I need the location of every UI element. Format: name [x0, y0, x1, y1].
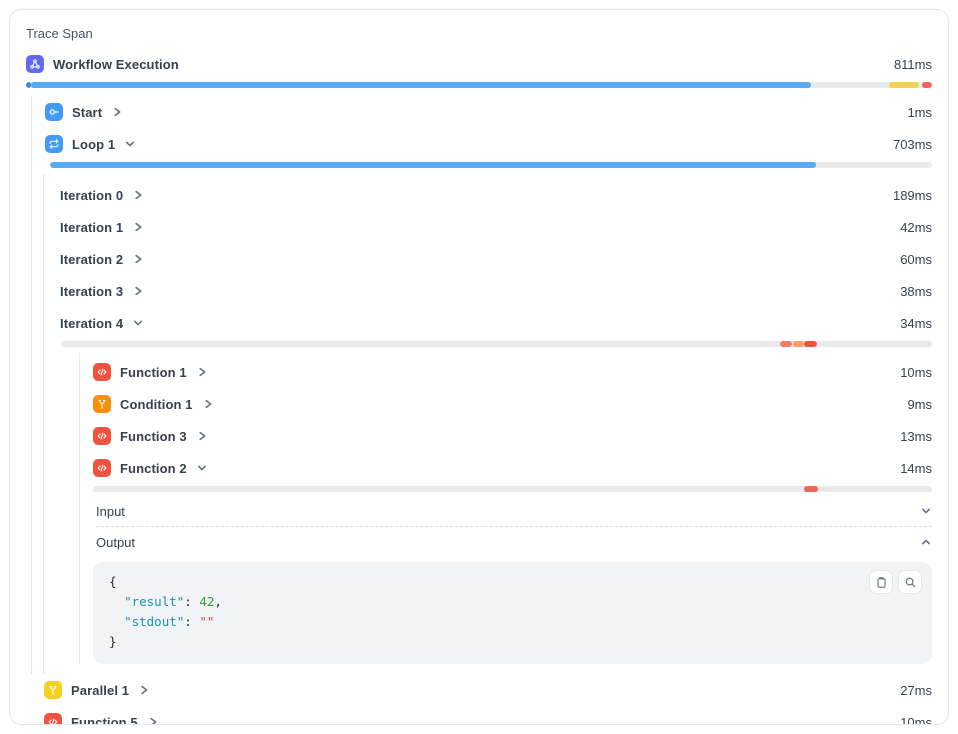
chevron-down-icon[interactable]: [196, 462, 208, 474]
iteration-4-label: Iteration 4: [60, 316, 123, 331]
loop-label: Loop 1: [72, 137, 115, 152]
loop-node-icon: [45, 135, 63, 153]
iteration-2-label: Iteration 2: [60, 252, 123, 267]
function-5-duration: 10ms: [900, 715, 932, 726]
function-1-label: Function 1: [120, 365, 187, 380]
row-workflow-execution[interactable]: Workflow Execution 811ms: [26, 50, 932, 78]
chevron-down-icon[interactable]: [132, 317, 144, 329]
output-json-viewer: { "result": 42, "stdout": "" }: [93, 562, 932, 664]
function-2-label: Function 2: [120, 461, 187, 476]
start-duration: 1ms: [907, 105, 932, 120]
row-function-5[interactable]: Function 5 10ms: [26, 706, 932, 725]
copy-button[interactable]: [869, 570, 893, 594]
iteration-4-timeline-bar: [61, 341, 932, 347]
parallel-1-label: Parallel 1: [71, 683, 129, 698]
start-node-icon: [45, 103, 63, 121]
loop-duration: 703ms: [893, 137, 932, 152]
workflow-icon: [26, 55, 44, 73]
code-line: "result": 42,: [109, 592, 916, 612]
chevron-up-icon[interactable]: [920, 536, 932, 548]
row-loop-1[interactable]: Loop 1 703ms: [43, 128, 932, 160]
row-iteration-4[interactable]: Iteration 4 34ms: [60, 307, 932, 339]
function-3-duration: 13ms: [900, 429, 932, 444]
condition-1-duration: 9ms: [907, 397, 932, 412]
loop-children-group: Iteration 0 189ms Iteration 1 42ms: [43, 174, 932, 674]
start-label: Start: [72, 105, 102, 120]
iteration-0-label: Iteration 0: [60, 188, 123, 203]
iteration-4-duration: 34ms: [900, 316, 932, 331]
workflow-children-group: Start 1ms Loop 1 70: [31, 96, 932, 674]
chevron-right-icon[interactable]: [132, 253, 144, 265]
iteration-1-label: Iteration 1: [60, 220, 123, 235]
chevron-right-icon[interactable]: [196, 366, 208, 378]
iteration-1-duration: 42ms: [900, 220, 932, 235]
function-2-timeline-bar: [93, 486, 932, 492]
panel-title: Trace Span: [26, 24, 932, 44]
output-section-header[interactable]: Output: [93, 527, 932, 557]
code-line: "stdout": "": [109, 612, 916, 632]
iteration-4-children-group: Function 1 10ms: [79, 353, 932, 664]
iteration-3-duration: 38ms: [900, 284, 932, 299]
search-icon: [904, 576, 917, 589]
search-button[interactable]: [898, 570, 922, 594]
row-parallel-1[interactable]: Parallel 1 27ms: [26, 674, 932, 706]
function-5-label: Function 5: [71, 715, 138, 726]
function-2-duration: 14ms: [900, 461, 932, 476]
function-node-icon: [93, 427, 111, 445]
chevron-right-icon[interactable]: [196, 430, 208, 442]
workflow-label: Workflow Execution: [53, 57, 179, 72]
chevron-right-icon[interactable]: [147, 716, 159, 725]
row-iteration-1[interactable]: Iteration 1 42ms: [60, 211, 932, 243]
parallel-node-icon: [44, 681, 62, 699]
row-iteration-3[interactable]: Iteration 3 38ms: [60, 275, 932, 307]
clipboard-icon: [875, 576, 888, 589]
row-function-1[interactable]: Function 1 10ms: [93, 356, 932, 388]
workflow-timeline-bar: [26, 82, 932, 88]
function-3-label: Function 3: [120, 429, 187, 444]
input-section-header[interactable]: Input: [93, 496, 932, 526]
function-node-icon: [93, 363, 111, 381]
row-start[interactable]: Start 1ms: [43, 96, 932, 128]
loop-timeline-bar: [50, 162, 932, 168]
condition-node-icon: [93, 395, 111, 413]
row-iteration-0[interactable]: Iteration 0 189ms: [60, 179, 932, 211]
chevron-down-icon[interactable]: [920, 505, 932, 517]
chevron-right-icon[interactable]: [132, 221, 144, 233]
row-function-3[interactable]: Function 3 13ms: [93, 420, 932, 452]
chevron-down-icon[interactable]: [124, 138, 136, 150]
workflow-duration: 811ms: [894, 57, 932, 72]
function-node-icon: [44, 713, 62, 725]
iteration-0-duration: 189ms: [893, 188, 932, 203]
chevron-right-icon[interactable]: [138, 684, 150, 696]
code-line: {: [109, 572, 916, 592]
function-node-icon: [93, 459, 111, 477]
output-label: Output: [96, 535, 135, 550]
chevron-right-icon[interactable]: [202, 398, 214, 410]
code-line: }: [109, 632, 916, 652]
iteration-3-label: Iteration 3: [60, 284, 123, 299]
condition-1-label: Condition 1: [120, 397, 193, 412]
function-1-duration: 10ms: [900, 365, 932, 380]
row-condition-1[interactable]: Condition 1 9ms: [93, 388, 932, 420]
chevron-right-icon[interactable]: [132, 285, 144, 297]
input-label: Input: [96, 504, 125, 519]
row-iteration-2[interactable]: Iteration 2 60ms: [60, 243, 932, 275]
chevron-right-icon[interactable]: [132, 189, 144, 201]
trace-span-panel: Trace Span Workflow Execution 811ms: [9, 9, 949, 725]
row-function-2[interactable]: Function 2 14ms: [93, 452, 932, 484]
iteration-2-duration: 60ms: [900, 252, 932, 267]
parallel-1-duration: 27ms: [900, 683, 932, 698]
chevron-right-icon[interactable]: [111, 106, 123, 118]
